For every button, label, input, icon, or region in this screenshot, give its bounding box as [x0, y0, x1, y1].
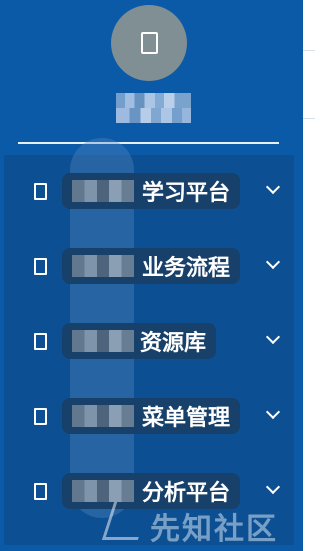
sidebar: 学习平台 业务流程 资源库 菜单管理 分析平台 先知社区	[0, 0, 303, 551]
redacted-label-part	[72, 330, 134, 352]
menu-item-label-pill: 菜单管理	[62, 398, 240, 434]
content-divider	[303, 50, 315, 51]
menu-item-label: 资源库	[139, 331, 206, 356]
document-icon	[34, 407, 47, 425]
menu-item-label: 学习平台	[141, 181, 230, 206]
menu-item-label-pill: 学习平台	[62, 173, 240, 209]
document-icon	[34, 482, 47, 500]
menu-item-learning-platform[interactable]: 学习平台	[4, 165, 294, 217]
username-redacted-row	[116, 108, 191, 123]
menu-item-business-process[interactable]: 业务流程	[4, 240, 294, 292]
document-icon	[34, 182, 47, 200]
redacted-label-part	[72, 480, 134, 502]
content-edge	[303, 0, 315, 551]
menu-item-label: 菜单管理	[141, 406, 230, 431]
menu-item-analysis-platform[interactable]: 分析平台	[4, 465, 294, 517]
content-divider	[303, 118, 315, 119]
username-redacted	[116, 93, 191, 123]
avatar[interactable]	[111, 5, 187, 81]
menu-item-label-pill: 分析平台	[62, 473, 240, 509]
header-divider	[18, 142, 279, 144]
redacted-label-part	[72, 405, 134, 427]
menu-item-label-pill: 资源库	[62, 323, 216, 359]
menu-item-resource-library[interactable]: 资源库	[4, 315, 294, 367]
chevron-down-icon[interactable]	[265, 179, 281, 195]
document-icon	[34, 332, 47, 350]
menu-item-label: 分析平台	[141, 481, 230, 506]
redacted-label-part	[72, 255, 134, 277]
redacted-label-part	[72, 180, 134, 202]
document-icon	[34, 257, 47, 275]
chevron-down-icon[interactable]	[265, 479, 281, 495]
chevron-down-icon[interactable]	[265, 329, 281, 345]
menu-item-label-pill: 业务流程	[62, 248, 240, 284]
chevron-down-icon[interactable]	[265, 254, 281, 270]
chevron-down-icon[interactable]	[265, 404, 281, 420]
user-icon	[140, 32, 158, 54]
menu-item-menu-management[interactable]: 菜单管理	[4, 390, 294, 442]
menu-item-label: 业务流程	[141, 256, 230, 281]
